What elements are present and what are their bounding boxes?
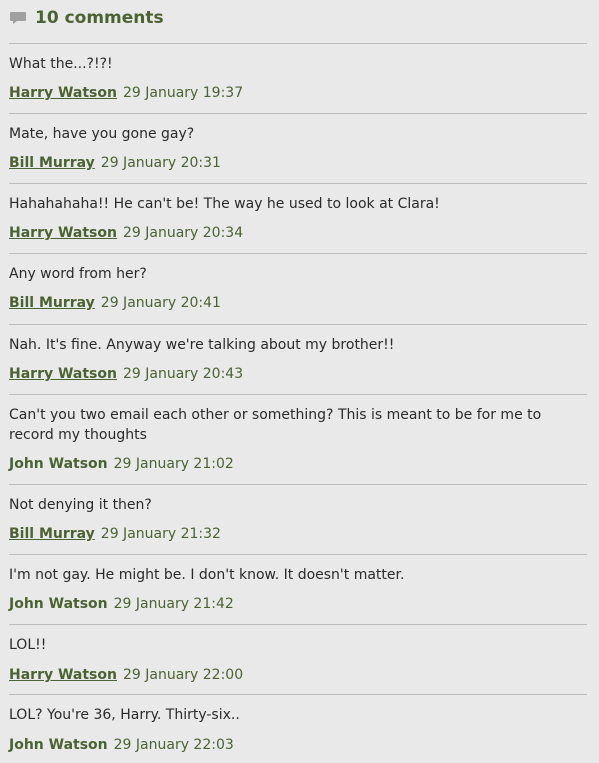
comment-meta: John Watson 29 January 21:42: [9, 594, 234, 614]
comment-meta: Harry Watson 29 January 19:37: [9, 83, 243, 103]
comment-author-link[interactable]: Harry Watson: [9, 225, 117, 241]
comment-date: 29 January 21:42: [113, 596, 234, 612]
comment-date: 29 January 21:32: [100, 526, 221, 542]
comment-author: John Watson: [9, 737, 108, 753]
comment: Not denying it then? Bill Murray 29 Janua…: [9, 495, 587, 542]
comments-count: 10 comments: [35, 8, 164, 28]
comment-date: 29 January 22:03: [113, 737, 234, 753]
comment-meta: Harry Watson 29 January 20:43: [9, 364, 243, 384]
comment-date: 29 January 19:37: [122, 85, 244, 101]
divider: [9, 554, 587, 555]
divider: [9, 624, 587, 625]
divider: [9, 183, 587, 184]
divider: [9, 324, 587, 325]
comments-header: 10 comments: [9, 5, 164, 31]
comment: Can't you two email each other or someth…: [9, 405, 587, 472]
divider: [9, 694, 587, 695]
comment: Any word from her? Bill Murray 29 January…: [9, 264, 587, 311]
comment-text: Can't you two email each other or someth…: [9, 407, 542, 443]
comment-text: Not denying it then?: [9, 497, 152, 513]
divider: [9, 484, 587, 485]
comment-text: LOL? You're 36, Harry. Thirty-six..: [9, 707, 240, 723]
comment: Mate, have you gone gay? Bill Murray 29 J…: [9, 124, 587, 171]
comment-author: John Watson: [9, 456, 108, 472]
comment: LOL? You're 36, Harry. Thirty-six.. John…: [9, 705, 587, 753]
comment-meta: Bill Murray 29 January 20:41: [9, 293, 221, 313]
comment-date: 29 January 22:00: [122, 667, 244, 683]
comment-text: Nah. It's fine. Anyway we're talking abo…: [9, 337, 395, 353]
comment-date: 29 January 20:43: [122, 366, 244, 382]
comment-date: 29 January 21:02: [113, 456, 234, 472]
divider: [9, 253, 587, 254]
comment-meta: Bill Murray 29 January 21:32: [9, 524, 221, 544]
comment-meta: John Watson 29 January 21:02: [9, 454, 234, 474]
comment-author: John Watson: [9, 596, 108, 612]
comment-text: Hahahahaha!! He can't be! The way he use…: [9, 196, 440, 212]
comment-author-link[interactable]: Bill Murray: [9, 526, 95, 542]
comment-meta: Harry Watson 29 January 22:00: [9, 665, 243, 685]
comment-author-link[interactable]: Harry Watson: [9, 366, 117, 382]
comment: LOL!! Harry Watson 29 January 22:00: [9, 635, 587, 683]
comment-text: Any word from her?: [9, 266, 147, 282]
comment: Nah. It's fine. Anyway we're talking abo…: [9, 335, 587, 382]
speech-bubble-icon: [9, 9, 27, 27]
divider: [9, 113, 587, 114]
comment-meta: Harry Watson 29 January 20:34: [9, 223, 243, 243]
comment-author-link[interactable]: Bill Murray: [9, 295, 95, 311]
comment: Hahahahaha!! He can't be! The way he use…: [9, 194, 587, 241]
comment: I'm not gay. He might be. I don't know. …: [9, 565, 587, 612]
comment-date: 29 January 20:41: [100, 295, 221, 311]
comment-text: I'm not gay. He might be. I don't know. …: [9, 567, 405, 583]
comment-text: What the...?!?!: [9, 56, 113, 72]
divider: [9, 394, 587, 395]
comment-text: LOL!!: [9, 637, 47, 653]
comment-author-link[interactable]: Harry Watson: [9, 85, 117, 101]
comment-author-link[interactable]: Harry Watson: [9, 667, 117, 683]
comment-date: 29 January 20:31: [100, 155, 221, 171]
comment-meta: Bill Murray 29 January 20:31: [9, 153, 221, 173]
comment-author-link[interactable]: Bill Murray: [9, 155, 95, 171]
comments-section: 10 comments What the...?!?! Harry Watson…: [0, 0, 599, 763]
comment-meta: John Watson 29 January 22:03: [9, 735, 234, 755]
comment-text: Mate, have you gone gay?: [9, 126, 195, 142]
divider: [9, 43, 587, 44]
comment: What the...?!?! Harry Watson 29 January 1…: [9, 54, 587, 101]
comment-date: 29 January 20:34: [122, 225, 244, 241]
